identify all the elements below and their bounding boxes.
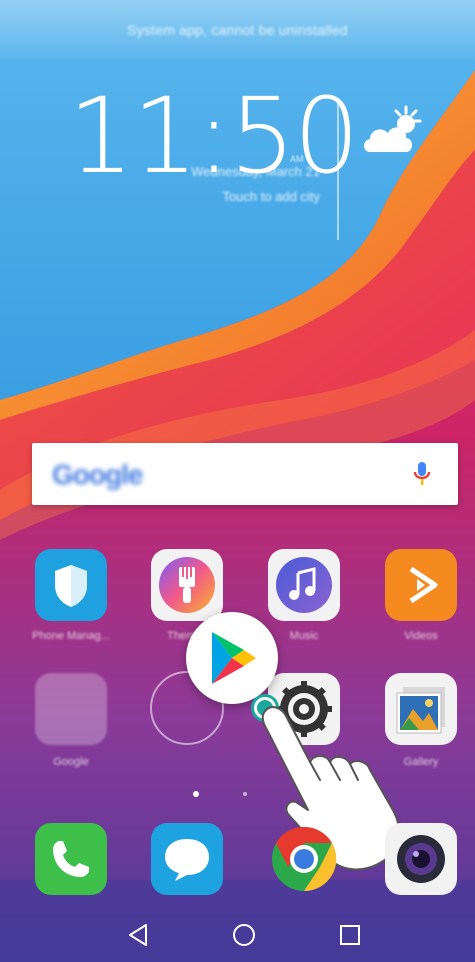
mic-icon[interactable] [412,460,432,488]
camera-icon [397,835,445,883]
videos-label: Videos [404,630,438,642]
widget-divider [337,100,339,240]
google-search-bar[interactable]: Google [32,443,458,505]
phone-manager-label: Phone Manag... [32,630,110,642]
dock-phone[interactable] [35,823,107,895]
status-bar: System app, cannot be uninstalled [0,0,475,58]
google-folder[interactable] [35,673,107,745]
google-logo: Google [52,459,143,490]
chrome-icon [272,826,337,892]
play-triangle-icon [409,566,438,604]
paintbrush-icon [159,557,215,613]
navigation-bar [0,908,475,962]
music-app[interactable] [268,549,340,621]
toast-message: System app, cannot be uninstalled [127,22,348,38]
clock-date: Wednesday, March 21 [191,164,320,179]
home-screen: System app, cannot be uninstalled 11:50 … [0,0,475,962]
home-circle-icon[interactable] [214,908,274,962]
videos-app[interactable] [385,549,457,621]
chat-bubble-icon [165,839,209,881]
dock-chrome[interactable] [268,823,340,895]
music-note-icon [276,557,332,613]
dock-camera[interactable] [385,823,457,895]
phone-manager-app[interactable] [35,549,107,621]
play-store-icon [212,632,256,684]
add-city-prompt[interactable]: Touch to add city [110,189,320,204]
page-indicator-active [193,791,199,797]
partly-cloudy-icon[interactable] [360,104,424,160]
dock-messaging[interactable] [151,823,223,895]
clock-ampm: AM [290,154,304,164]
back-triangle-icon[interactable] [108,908,168,962]
play-store-dragging[interactable] [186,612,278,704]
recents-square-icon[interactable] [320,908,380,962]
themes-app[interactable] [151,549,223,621]
shield-icon [55,565,87,607]
google-folder-label: Google [53,756,89,768]
phone-icon [53,841,89,877]
page-indicator-inactive [243,792,247,796]
